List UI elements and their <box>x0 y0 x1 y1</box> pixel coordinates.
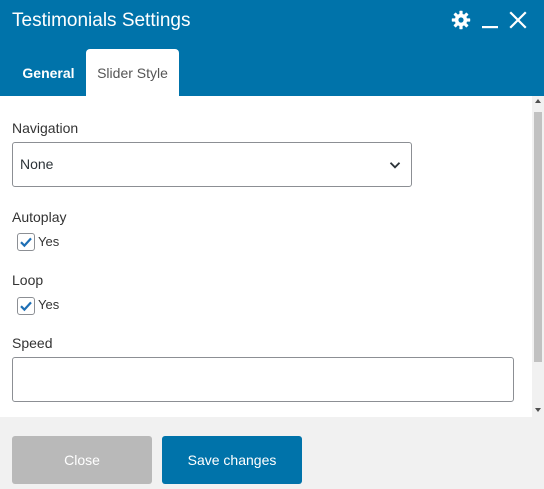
close-icon[interactable] <box>507 9 529 31</box>
loop-label: Loop <box>12 272 44 288</box>
tab-slider-style[interactable]: Slider Style <box>86 49 179 96</box>
settings-panel: Navigation None Autoplay Yes Loop Yes Sp… <box>0 96 532 417</box>
minimize-icon[interactable] <box>479 9 501 31</box>
scrollbar[interactable] <box>532 96 544 417</box>
gear-icon[interactable] <box>450 9 472 31</box>
tab-general[interactable]: General <box>12 49 85 96</box>
checkmark-icon <box>20 237 32 248</box>
loop-checkbox[interactable] <box>17 297 35 315</box>
save-changes-button[interactable]: Save changes <box>162 436 302 484</box>
dialog-footer: Close Save changes <box>0 417 544 489</box>
chevron-down-icon <box>389 158 401 170</box>
speed-label: Speed <box>12 335 53 351</box>
autoplay-checkbox-label: Yes <box>38 234 60 249</box>
close-button[interactable]: Close <box>12 436 152 484</box>
scroll-down-arrow-icon[interactable] <box>535 408 541 412</box>
navigation-select[interactable]: None <box>12 142 412 187</box>
autoplay-checkbox[interactable] <box>17 233 35 251</box>
navigation-select-value: None <box>20 156 54 172</box>
dialog-header: Testimonials Settings General Slider Sty… <box>0 0 544 96</box>
checkmark-icon <box>20 301 32 312</box>
scroll-thumb[interactable] <box>534 112 542 362</box>
autoplay-label: Autoplay <box>12 209 67 225</box>
loop-checkbox-label: Yes <box>38 297 60 312</box>
speed-input[interactable] <box>12 357 514 402</box>
scroll-up-arrow-icon[interactable] <box>535 99 541 103</box>
dialog-title: Testimonials Settings <box>12 10 191 31</box>
navigation-label: Navigation <box>12 120 79 136</box>
